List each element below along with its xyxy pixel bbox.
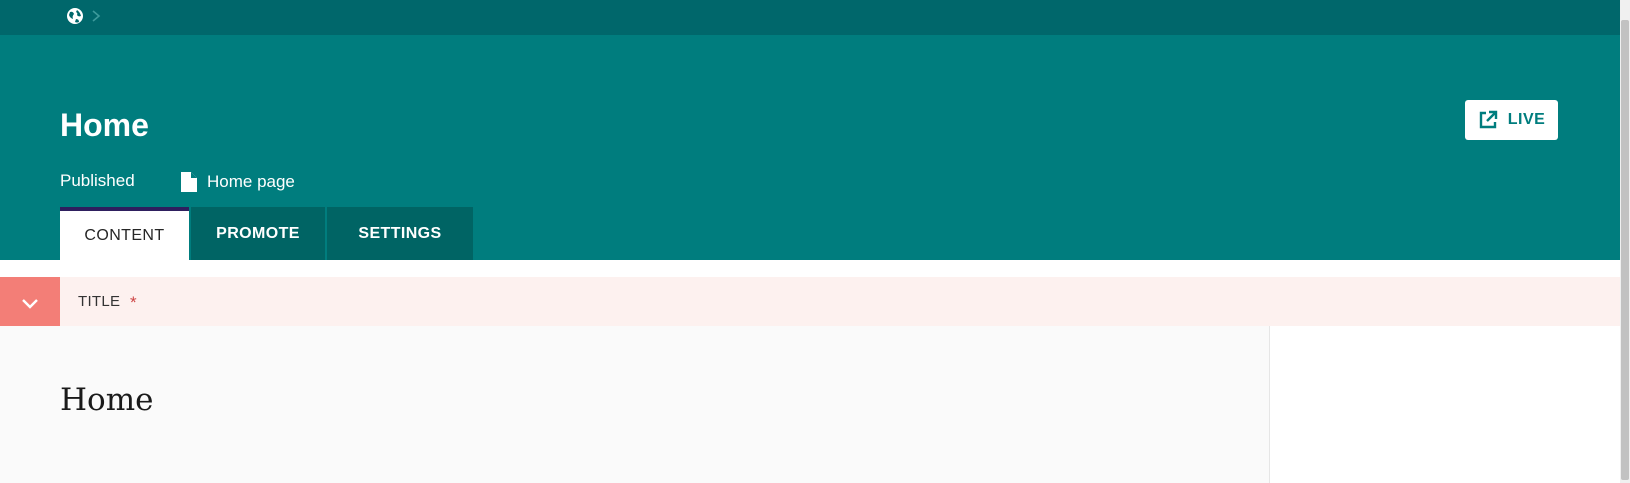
status-label: Published <box>60 171 135 190</box>
page-title: Home <box>60 107 149 143</box>
page-type: Home page <box>181 171 295 193</box>
external-link-icon <box>1479 110 1497 129</box>
title-input[interactable]: Home <box>60 382 153 418</box>
tab-bar: CONTENT PROMOTE SETTINGS <box>60 207 475 260</box>
chevron-right-icon <box>91 9 101 23</box>
title-field-header: TITLE * <box>0 277 1620 326</box>
live-button-label: LIVE <box>1507 111 1546 128</box>
required-marker: * <box>130 293 137 312</box>
chevron-down-icon <box>22 298 38 309</box>
collapse-toggle[interactable] <box>0 277 60 326</box>
scrollbar-thumb[interactable] <box>1621 20 1629 480</box>
live-button[interactable]: LIVE <box>1465 100 1558 140</box>
title-field-area: Home <box>0 326 1270 483</box>
page-type-label: Home page <box>207 172 295 191</box>
tab-content[interactable]: CONTENT <box>60 207 189 260</box>
title-field-label: TITLE <box>78 293 121 310</box>
tab-settings[interactable]: SETTINGS <box>327 207 473 260</box>
top-bar <box>0 0 1620 35</box>
globe-icon[interactable] <box>66 7 84 25</box>
tab-promote[interactable]: PROMOTE <box>191 207 325 260</box>
document-icon <box>181 172 197 192</box>
